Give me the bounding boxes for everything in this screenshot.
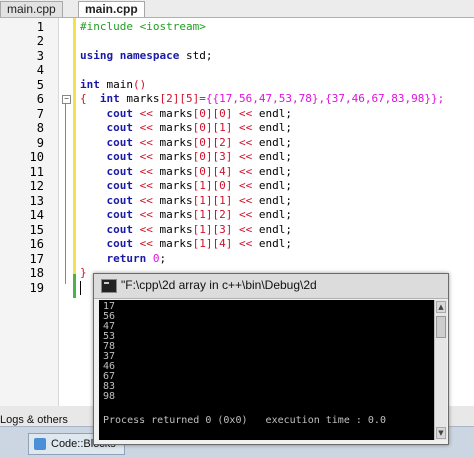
- code-line-16: cout << marks[1][4] << endl;: [106, 237, 293, 250]
- line-number: 19: [29, 281, 44, 295]
- code-line-12: cout << marks[1][0] << endl;: [106, 179, 293, 192]
- line-number: 11: [29, 165, 44, 179]
- codeblocks-icon: [34, 438, 46, 450]
- console-window[interactable]: "F:\cpp\2d array in c++\bin\Debug\2d 17 …: [93, 273, 449, 445]
- line-number: 15: [29, 223, 44, 237]
- line-number: 18: [29, 266, 44, 280]
- line-number: 5: [36, 78, 44, 92]
- line-number: 6: [36, 92, 44, 106]
- console-title-bar[interactable]: "F:\cpp\2d array in c++\bin\Debug\2d: [94, 274, 448, 299]
- scroll-thumb[interactable]: [436, 316, 446, 338]
- code-line-7: cout << marks[0][0] << endl;: [106, 107, 293, 120]
- editor-tab-bar: main.cpp main.cpp: [0, 0, 474, 18]
- code-line-15: cout << marks[1][3] << endl;: [106, 223, 293, 236]
- fold-margin: −: [62, 18, 71, 406]
- line-number: 10: [29, 150, 44, 164]
- line-number: 17: [29, 252, 44, 266]
- logs-tab[interactable]: Logs & others: [0, 414, 68, 426]
- modified-line-marker: [73, 18, 76, 274]
- tab-main-cpp-1[interactable]: main.cpp: [0, 1, 63, 17]
- code-line-5: int main(): [80, 78, 147, 91]
- line-number: 16: [29, 237, 44, 251]
- console-output[interactable]: 17 56 47 53 78 37 46 67 83 98 Process re…: [99, 300, 434, 440]
- saved-line-marker: [73, 274, 76, 298]
- line-number: 14: [29, 208, 44, 222]
- code-line-13: cout << marks[1][1] << endl;: [106, 194, 293, 207]
- console-icon: [101, 279, 117, 293]
- code-line-11: cout << marks[0][4] << endl;: [106, 165, 293, 178]
- code-line-8: cout << marks[0][1] << endl;: [106, 121, 293, 134]
- code-line-18: }: [80, 266, 87, 279]
- code-line-17: return 0;: [106, 252, 167, 265]
- line-number: 2: [36, 34, 44, 48]
- code-line-10: cout << marks[0][3] << endl;: [106, 150, 293, 163]
- console-scrollbar[interactable]: ▲ ▼: [434, 300, 447, 440]
- code-line-3: using namespace std;: [80, 49, 213, 62]
- line-number: 1: [36, 20, 44, 34]
- fold-guide-line: [65, 104, 66, 284]
- code-line-14: cout << marks[1][2] << endl;: [106, 208, 293, 221]
- output-line: 98: [103, 391, 116, 402]
- line-number: 9: [36, 136, 44, 150]
- process-status-line: Process returned 0 (0x0) execution time …: [103, 415, 386, 426]
- code-line-9: cout << marks[0][2] << endl;: [106, 136, 293, 149]
- line-number: 8: [36, 121, 44, 135]
- code-line-1: #include <iostream>: [80, 20, 206, 33]
- fold-collapse-icon[interactable]: −: [62, 95, 71, 104]
- line-number: 12: [29, 179, 44, 193]
- text-caret: [80, 281, 81, 295]
- line-number: 3: [36, 49, 44, 63]
- tab-main-cpp-2[interactable]: main.cpp: [78, 1, 145, 17]
- line-number: 13: [29, 194, 44, 208]
- scroll-up-icon[interactable]: ▲: [436, 301, 446, 313]
- scroll-down-icon[interactable]: ▼: [436, 427, 446, 439]
- code-line-6: { int marks[2][5]={{17,56,47,53,78},{37,…: [80, 92, 445, 105]
- line-number: 4: [36, 63, 44, 77]
- console-title: "F:\cpp\2d array in c++\bin\Debug\2d: [121, 278, 317, 292]
- line-number: 7: [36, 107, 44, 121]
- line-number-gutter: 1 2 3 4 5 6 7 8 9 10 11 12 13 14 15 16 1…: [0, 18, 59, 406]
